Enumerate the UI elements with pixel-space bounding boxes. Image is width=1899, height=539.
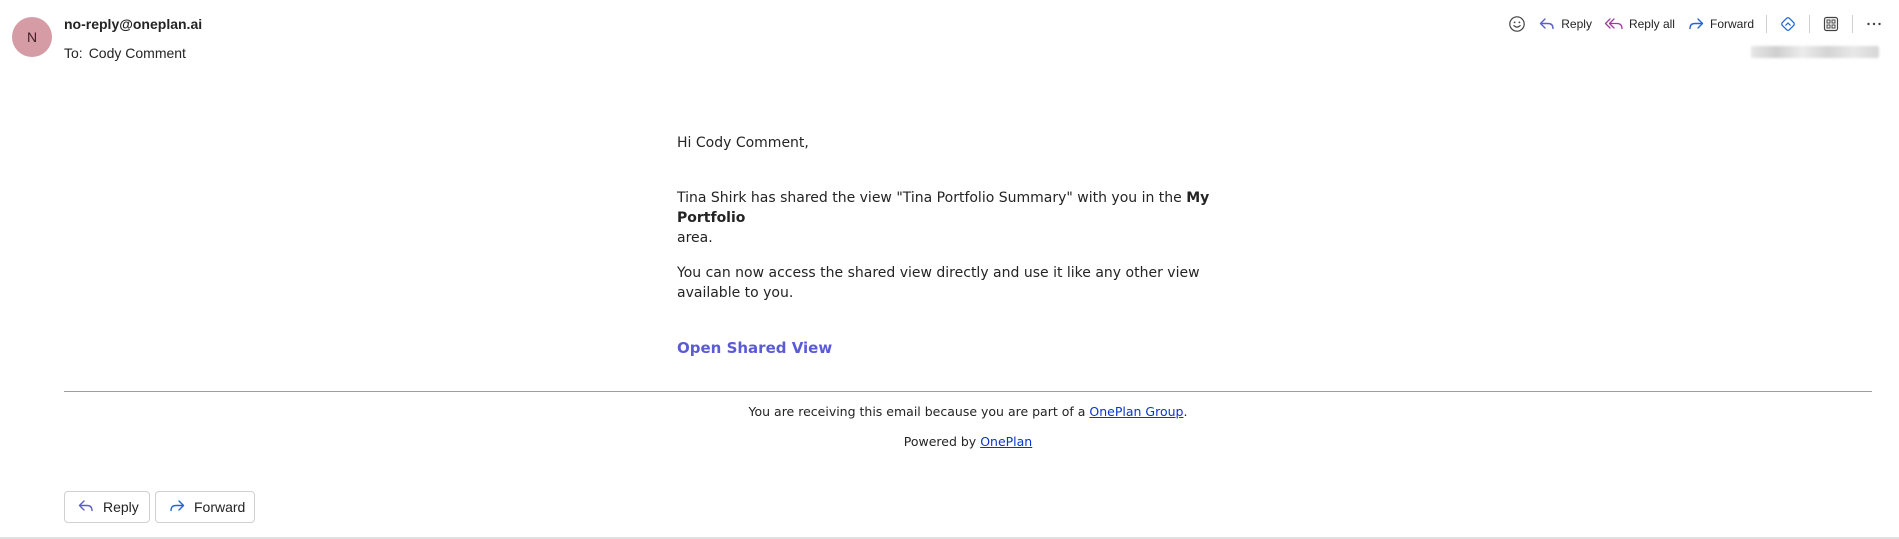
bottom-forward-button[interactable]: Forward [155, 491, 255, 523]
loop-icon [1779, 15, 1797, 33]
area-suffix: area. [677, 230, 713, 246]
open-shared-view-link[interactable]: Open Shared View [677, 339, 832, 357]
shared-text: Tina Shirk has shared the view "Tina Por… [677, 190, 1187, 206]
bottom-forward-label: Forward [194, 499, 246, 515]
more-icon [1865, 15, 1883, 33]
footer-notice-suffix: . [1183, 404, 1188, 419]
powered-by-prefix: Powered by [903, 434, 981, 449]
toolbar-divider [1766, 15, 1767, 33]
sender-address[interactable]: no-reply@oneplan.ai [64, 16, 202, 32]
message-toolbar: Reply Reply all Forward [1502, 12, 1889, 36]
toolbar-divider [1809, 15, 1810, 33]
reply-all-label: Reply all [1628, 17, 1675, 31]
bottom-reply-button[interactable]: Reply [64, 491, 150, 523]
apps-button[interactable] [1816, 12, 1846, 36]
bottom-reply-label: Reply [103, 499, 139, 515]
emoji-reaction-button[interactable] [1502, 12, 1532, 36]
avatar[interactable]: N [12, 17, 52, 57]
access-message: You can now access the shared view direc… [677, 265, 1200, 301]
emoji-icon [1508, 15, 1526, 33]
forward-icon [168, 497, 186, 518]
loop-button[interactable] [1773, 12, 1803, 36]
forward-label: Forward [1709, 17, 1754, 31]
forward-icon [1687, 15, 1705, 33]
forward-button[interactable]: Forward [1681, 12, 1760, 36]
reply-icon [1538, 15, 1556, 33]
to-line: To: Cody Comment [64, 45, 186, 61]
to-label: To: [64, 45, 83, 61]
received-date-redacted [1751, 46, 1879, 58]
toolbar-divider [1852, 15, 1853, 33]
reply-button[interactable]: Reply [1532, 12, 1598, 36]
reply-label: Reply [1561, 17, 1592, 31]
footer-divider [64, 391, 1872, 392]
reply-all-button[interactable]: Reply all [1598, 12, 1681, 36]
footer-notice: You are receiving this email because you… [64, 404, 1872, 419]
oneplan-link[interactable]: OnePlan [980, 434, 1032, 449]
open-link-row: Open Shared View [677, 338, 832, 359]
apps-icon [1822, 15, 1840, 33]
shared-message: Tina Shirk has shared the view "Tina Por… [677, 188, 1257, 248]
reply-icon [77, 497, 95, 518]
footer-notice-prefix: You are receiving this email because you… [748, 404, 1090, 419]
greeting: Hi Cody Comment, [677, 135, 809, 151]
more-actions-button[interactable] [1859, 12, 1889, 36]
oneplan-group-link[interactable]: OnePlan Group [1089, 404, 1183, 419]
recipient-name[interactable]: Cody Comment [89, 45, 186, 61]
reply-all-icon [1604, 15, 1624, 33]
powered-by: Powered by OnePlan [64, 434, 1872, 449]
